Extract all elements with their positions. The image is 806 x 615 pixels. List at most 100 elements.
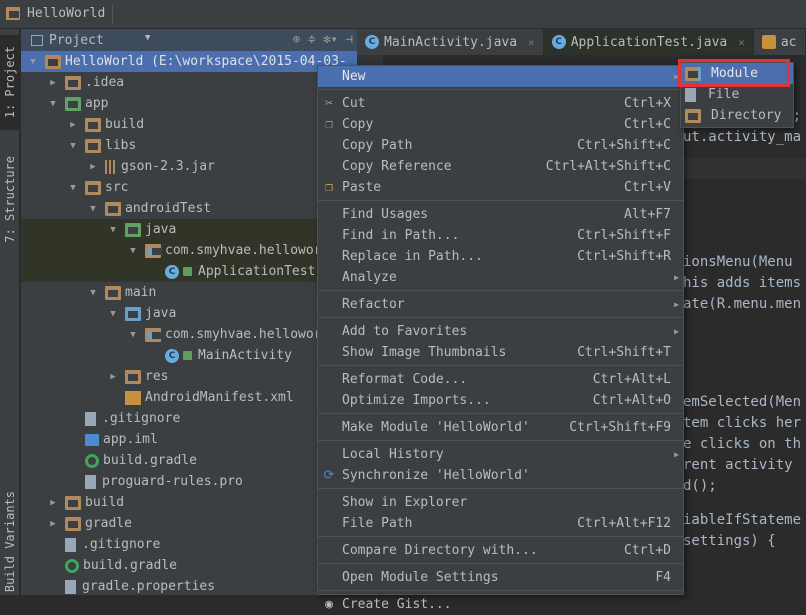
submenu-item-directory[interactable]: Directory: [681, 105, 793, 126]
menu-item-create-gist[interactable]: ◉ Create Gist...: [318, 594, 683, 615]
tree-item[interactable]: app.iml: [21, 429, 357, 450]
tree-item[interactable]: ▶ gson-2.3.jar: [21, 156, 357, 177]
menu-item-shortcut: Ctrl+Shift+C: [577, 138, 671, 153]
expanded-arrow-icon[interactable]: ▼: [107, 309, 119, 319]
menu-item-new[interactable]: New ▶: [318, 66, 683, 87]
tree-item[interactable]: ▼ java: [21, 303, 357, 324]
collapsed-arrow-icon[interactable]: ▶: [47, 78, 59, 88]
expanded-arrow-icon[interactable]: ▼: [87, 204, 99, 214]
expanded-arrow-icon[interactable]: ▼: [107, 225, 119, 235]
folder-icon: [85, 138, 101, 153]
submenu-item-file[interactable]: File: [681, 84, 793, 105]
expanded-arrow-icon[interactable]: ▼: [67, 183, 79, 193]
tree-item[interactable]: ▼ src: [21, 177, 357, 198]
menu-item-add-to-favorites[interactable]: Add to Favorites ▶: [318, 321, 683, 342]
menu-item-find-usages[interactable]: Find Usages Alt+F7: [318, 204, 683, 225]
menu-item-copy-path[interactable]: Copy Path Ctrl+Shift+C: [318, 135, 683, 156]
tree-item[interactable]: ▶ .idea: [21, 72, 357, 93]
tree-item[interactable]: ▼ app: [21, 93, 357, 114]
menu-item-open-module-settings[interactable]: Open Module Settings F4: [318, 567, 683, 588]
tree-item[interactable]: ▶ build: [21, 114, 357, 135]
editor-tab[interactable]: C ApplicationTest.java ×: [543, 29, 754, 55]
tree-item-label: app: [85, 96, 109, 111]
menu-item-optimize-imports[interactable]: Optimize Imports... Ctrl+Alt+O: [318, 390, 683, 411]
tree-item[interactable]: ▶ res: [21, 366, 357, 387]
tree-item[interactable]: proguard-rules.pro: [21, 471, 357, 492]
tool-tab-build-variants[interactable]: Build Variants: [0, 489, 20, 595]
current-line-highlight: [683, 158, 806, 179]
tree-item-label: .gitignore: [82, 537, 161, 552]
project-panel: Project ▼ ⊕ ≑ ✻▾ ⊣ ▼ HelloWorld (E:\works…: [21, 29, 357, 595]
menu-item-make-module-helloworld[interactable]: Make Module 'HelloWorld' Ctrl+Shift+F9: [318, 417, 683, 438]
expanded-arrow-icon[interactable]: ▼: [127, 330, 139, 340]
chevron-down-icon[interactable]: ▼: [145, 33, 150, 43]
left-tool-strip: 1: Project 7: Structure Build Variants: [0, 29, 20, 595]
hide-panel-icon[interactable]: ⊣: [346, 32, 353, 46]
gear-icon[interactable]: ✻▾: [323, 32, 337, 46]
text-file-icon: [85, 411, 96, 426]
menu-item-refactor[interactable]: Refactor ▶: [318, 294, 683, 315]
submenu-item-module[interactable]: Module: [681, 63, 793, 84]
menu-item-label: Optimize Imports...: [342, 393, 491, 408]
expanded-arrow-icon[interactable]: ▼: [67, 141, 79, 151]
collapsed-arrow-icon[interactable]: ▶: [47, 519, 59, 529]
tree-item-label: MainActivity: [198, 348, 292, 363]
menu-item-find-in-path[interactable]: Find in Path... Ctrl+Shift+F: [318, 225, 683, 246]
view-selector[interactable]: Project: [31, 33, 104, 48]
menu-item-paste[interactable]: ❐ Paste Ctrl+V: [318, 177, 683, 198]
tree-item[interactable]: C ApplicationTest: [21, 261, 357, 282]
menu-item-analyze[interactable]: Analyze ▶: [318, 267, 683, 288]
menu-item-synchronize-helloworld[interactable]: ⟳ Synchronize 'HelloWorld': [318, 465, 683, 486]
folder-icon: [105, 285, 121, 300]
menu-item-copy-reference[interactable]: Copy Reference Ctrl+Alt+Shift+C: [318, 156, 683, 177]
expanded-arrow-icon[interactable]: ▼: [127, 246, 139, 256]
tree-item[interactable]: ▶ build: [21, 492, 357, 513]
menu-item-show-image-thumbnails[interactable]: Show Image Thumbnails Ctrl+Shift+T: [318, 342, 683, 363]
collapsed-arrow-icon[interactable]: ▶: [87, 162, 99, 172]
menu-item-show-in-explorer[interactable]: Show in Explorer: [318, 492, 683, 513]
code-line: e clicks on th: [683, 436, 802, 452]
tree-item[interactable]: AndroidManifest.xml: [21, 387, 357, 408]
menu-item-file-path[interactable]: File Path Ctrl+Alt+F12: [318, 513, 683, 534]
collapsed-arrow-icon[interactable]: ▶: [107, 372, 119, 382]
tree-item[interactable]: ▼ com.smyhvae.hellowor: [21, 240, 357, 261]
menu-item-copy[interactable]: ❐ Copy Ctrl+C: [318, 114, 683, 135]
tree-item[interactable]: ▼ androidTest: [21, 198, 357, 219]
tree-item[interactable]: .gitignore: [21, 408, 357, 429]
tree-item[interactable]: build.gradle: [21, 555, 357, 576]
tree-item[interactable]: .gitignore: [21, 534, 357, 555]
expanded-arrow-icon[interactable]: ▼: [27, 57, 39, 67]
collapsed-arrow-icon[interactable]: ▶: [47, 498, 59, 508]
editor-tab-label: ac: [780, 34, 797, 50]
expanded-arrow-icon[interactable]: ▼: [47, 99, 59, 109]
collapse-all-icon[interactable]: ≑: [308, 32, 315, 46]
tree-item[interactable]: C MainActivity: [21, 345, 357, 366]
menu-item-compare-directory-with[interactable]: Compare Directory with... Ctrl+D: [318, 540, 683, 561]
manifest-icon: [125, 390, 141, 405]
editor-tab[interactable]: C MainActivity.java ×: [357, 29, 544, 55]
menu-item-reformat-code[interactable]: Reformat Code... Ctrl+Alt+L: [318, 369, 683, 390]
expanded-arrow-icon[interactable]: ▼: [87, 288, 99, 298]
tree-item[interactable]: ▼ HelloWorld (E:\workspace\2015-04-03-: [21, 51, 357, 72]
tool-tab-structure[interactable]: 7: Structure: [0, 149, 20, 249]
scroll-from-source-icon[interactable]: ⊕: [293, 32, 300, 46]
menu-item-cut[interactable]: ✂ Cut Ctrl+X: [318, 93, 683, 114]
collapsed-arrow-icon[interactable]: ▶: [67, 120, 79, 130]
tree-item[interactable]: ▼ libs: [21, 135, 357, 156]
breadcrumb-project[interactable]: HelloWorld: [6, 6, 105, 21]
tree-item[interactable]: gradle.properties: [21, 576, 357, 597]
tree-item[interactable]: ▶ gradle: [21, 513, 357, 534]
tree-item-label: src: [105, 180, 129, 195]
menu-item-replace-in-path[interactable]: Replace in Path... Ctrl+Shift+R: [318, 246, 683, 267]
tool-tab-project[interactable]: 1: Project: [0, 35, 20, 130]
tree-item[interactable]: ▼ com.smyhvae.hellowor: [21, 324, 357, 345]
close-tab-icon[interactable]: ×: [738, 36, 745, 49]
close-tab-icon[interactable]: ×: [528, 36, 535, 49]
tree-item-label: main: [125, 285, 157, 300]
tree-item[interactable]: ▼ main: [21, 282, 357, 303]
tree-item[interactable]: build.gradle: [21, 450, 357, 471]
menu-item-local-history[interactable]: Local History ▶: [318, 444, 683, 465]
tree-item[interactable]: ▼ java: [21, 219, 357, 240]
submenu-item-label: File: [708, 87, 740, 102]
editor-tab[interactable]: ac: [754, 29, 806, 55]
